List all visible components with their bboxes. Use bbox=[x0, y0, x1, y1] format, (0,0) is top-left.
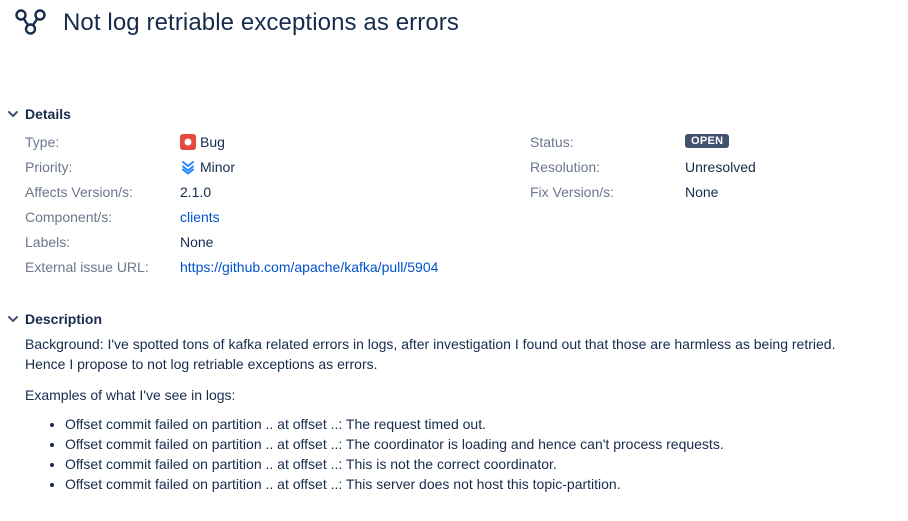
issue-title: Not log retriable exceptions as errors bbox=[63, 9, 459, 36]
labels-value: None bbox=[180, 234, 214, 250]
list-item: Offset commit failed on partition .. at … bbox=[65, 474, 724, 494]
chevron-down-icon bbox=[8, 111, 18, 117]
affects-version-value: 2.1.0 bbox=[180, 184, 212, 200]
external-url-link[interactable]: https://github.com/apache/kafka/pull/590… bbox=[180, 259, 438, 275]
chevron-down-icon bbox=[8, 316, 18, 322]
fix-version-value: None bbox=[685, 184, 719, 200]
minor-priority-icon bbox=[182, 161, 194, 175]
type-label: Type: bbox=[25, 134, 60, 150]
project-logo-icon[interactable] bbox=[14, 8, 48, 38]
component-link[interactable]: clients bbox=[180, 209, 220, 225]
details-header: Details bbox=[25, 106, 71, 122]
external-url-label: External issue URL: bbox=[25, 259, 149, 275]
list-item: Offset commit failed on partition .. at … bbox=[65, 414, 724, 434]
priority-label: Priority: bbox=[25, 159, 73, 175]
details-section-toggle[interactable]: Details bbox=[6, 104, 71, 124]
type-text: Bug bbox=[200, 134, 225, 150]
bug-icon bbox=[180, 134, 196, 150]
priority-value: Minor bbox=[180, 159, 235, 175]
description-line-1: Background: I've spotted tons of kafka r… bbox=[25, 336, 836, 352]
description-section-toggle[interactable]: Description bbox=[6, 309, 102, 329]
list-item: Offset commit failed on partition .. at … bbox=[65, 454, 724, 474]
resolution-label: Resolution: bbox=[530, 159, 601, 175]
log-examples-list: Offset commit failed on partition .. at … bbox=[25, 414, 724, 494]
status-value: OPEN bbox=[685, 134, 730, 148]
description-line-2: Hence I propose to not log retriable exc… bbox=[25, 356, 378, 372]
affects-version-label: Affects Version/s: bbox=[25, 184, 133, 200]
description-paragraph-1: Background: I've spotted tons of kafka r… bbox=[25, 334, 835, 374]
status-badge: OPEN bbox=[685, 134, 730, 148]
status-label: Status: bbox=[530, 134, 574, 150]
component-label: Component/s: bbox=[25, 209, 113, 225]
description-paragraph-2: Examples of what I've see in logs: bbox=[25, 387, 236, 403]
resolution-value: Unresolved bbox=[685, 159, 756, 175]
priority-text: Minor bbox=[200, 159, 236, 175]
list-item: Offset commit failed on partition .. at … bbox=[65, 434, 724, 454]
type-value: Bug bbox=[180, 134, 225, 150]
labels-label: Labels: bbox=[25, 234, 71, 250]
fix-version-label: Fix Version/s: bbox=[530, 184, 615, 200]
description-header: Description bbox=[25, 311, 103, 327]
